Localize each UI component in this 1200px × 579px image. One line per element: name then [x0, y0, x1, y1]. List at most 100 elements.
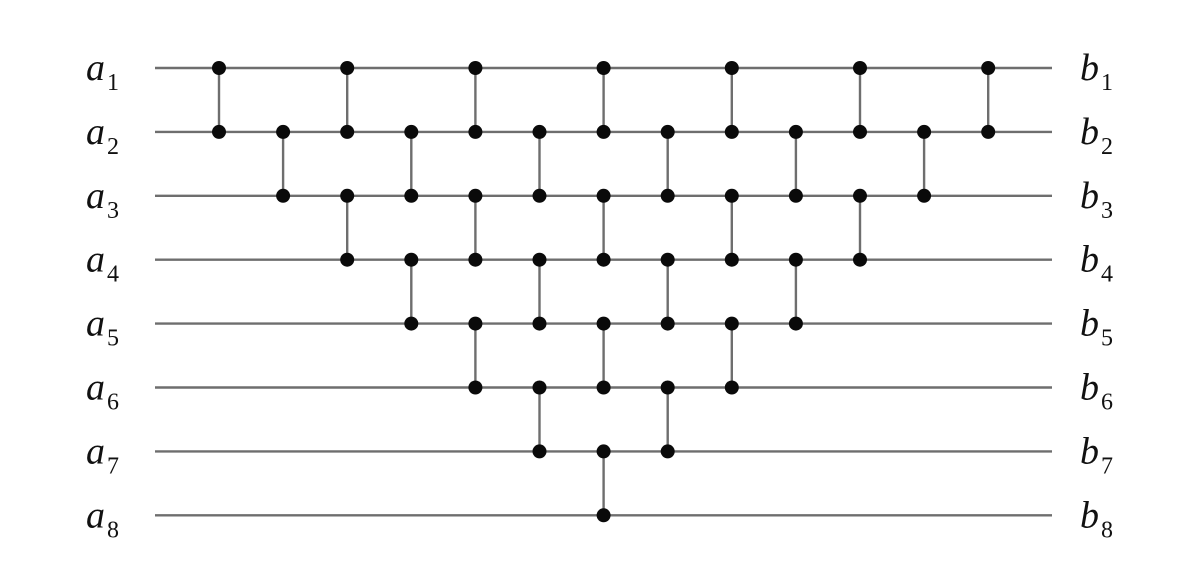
output-label-8: b8	[1080, 494, 1113, 543]
comparator	[788, 252, 803, 331]
comparator-node	[532, 124, 547, 139]
comparators-layer	[212, 61, 996, 523]
comparator-node	[788, 316, 803, 331]
comparator-node	[660, 124, 675, 139]
comparator-node	[532, 444, 547, 459]
comparator	[724, 61, 739, 139]
comparator-node	[596, 316, 611, 331]
comparator	[853, 61, 867, 139]
comparator	[596, 316, 611, 395]
output-label-5: b5	[1080, 303, 1113, 352]
comparator	[532, 124, 547, 203]
comparator-node	[853, 252, 867, 267]
comparator	[788, 124, 803, 203]
comparator-node	[596, 380, 611, 395]
comparator-network-diagram: a1 a2 a3 a4 a5 a6 a7 a8 b1 b2 b3 b4 b5 b6 b7 b8	[86, 47, 1113, 543]
input-label-6: a6	[86, 367, 119, 416]
comparator-node	[660, 316, 675, 331]
comparator	[596, 444, 611, 523]
comparator	[532, 252, 547, 331]
comparator-node	[660, 252, 675, 267]
comparator	[724, 316, 739, 395]
comparator-node	[596, 508, 611, 523]
input-label-5: a5	[86, 303, 119, 352]
input-label-1: a1	[86, 47, 119, 96]
comparator-node	[276, 188, 291, 203]
comparator-node	[404, 252, 419, 267]
comparator-node	[917, 188, 932, 203]
comparator-node	[596, 124, 611, 139]
comparator-node	[212, 124, 226, 139]
comparator	[340, 188, 355, 267]
comparator-node	[340, 61, 355, 75]
input-label-3: a3	[86, 175, 119, 224]
comparator-node	[468, 380, 483, 395]
comparator-node	[724, 61, 739, 75]
comparator-node	[468, 252, 483, 267]
input-label-2: a2	[86, 111, 119, 160]
comparator-node	[596, 61, 611, 75]
comparator-node	[917, 124, 932, 139]
comparator	[660, 252, 675, 331]
comparator-node	[853, 188, 867, 203]
input-label-8: a8	[86, 494, 119, 543]
comparator-node	[981, 61, 996, 75]
comparator	[532, 380, 547, 459]
comparator-node	[660, 188, 675, 203]
comparator-node	[340, 188, 355, 203]
comparator-node	[981, 124, 996, 139]
comparator-node	[788, 188, 803, 203]
comparator-node	[340, 252, 355, 267]
comparator-node	[724, 252, 739, 267]
comparator-node	[340, 124, 355, 139]
comparator-node	[532, 252, 547, 267]
comparator-node	[404, 316, 419, 331]
input-label-4: a4	[86, 239, 119, 288]
comparator	[917, 124, 932, 203]
comparator	[660, 380, 675, 459]
comparator-node	[660, 444, 675, 459]
comparator-node	[468, 188, 483, 203]
comparator-node	[788, 124, 803, 139]
comparator-node	[724, 316, 739, 331]
comparator-node	[724, 124, 739, 139]
comparator-node	[468, 124, 483, 139]
comparator	[596, 61, 611, 139]
comparator-node	[468, 316, 483, 331]
comparator-node	[596, 188, 611, 203]
comparator	[404, 252, 419, 331]
comparator-node	[660, 380, 675, 395]
comparator-node	[532, 188, 547, 203]
comparator-node	[788, 252, 803, 267]
output-label-3: b3	[1080, 175, 1113, 224]
comparator	[404, 124, 419, 203]
labels-layer: a1 a2 a3 a4 a5 a6 a7 a8 b1 b2 b3 b4 b5 b6 b7 b8	[86, 47, 1113, 543]
comparator	[660, 124, 675, 203]
comparator	[212, 61, 226, 139]
output-label-2: b2	[1080, 111, 1113, 160]
comparator-node	[532, 380, 547, 395]
comparator-node	[212, 61, 226, 75]
comparator	[468, 61, 483, 139]
comparator-node	[276, 124, 291, 139]
comparator-node	[853, 61, 867, 75]
comparator-node	[532, 316, 547, 331]
comparator	[724, 188, 739, 267]
comparator	[853, 188, 867, 267]
comparator-node	[404, 124, 419, 139]
comparator-node	[853, 124, 867, 139]
comparator-node	[468, 61, 483, 75]
comparator	[468, 316, 483, 395]
output-label-7: b7	[1080, 430, 1113, 479]
comparator-node	[596, 444, 611, 459]
comparator-node	[404, 188, 419, 203]
comparator	[468, 188, 483, 267]
input-label-7: a7	[86, 430, 119, 479]
comparator	[981, 61, 996, 139]
comparator-node	[724, 188, 739, 203]
comparator	[276, 124, 291, 203]
comparator-node	[596, 252, 611, 267]
output-label-1: b1	[1080, 47, 1113, 96]
output-label-6: b6	[1080, 367, 1113, 416]
comparator-node	[724, 380, 739, 395]
